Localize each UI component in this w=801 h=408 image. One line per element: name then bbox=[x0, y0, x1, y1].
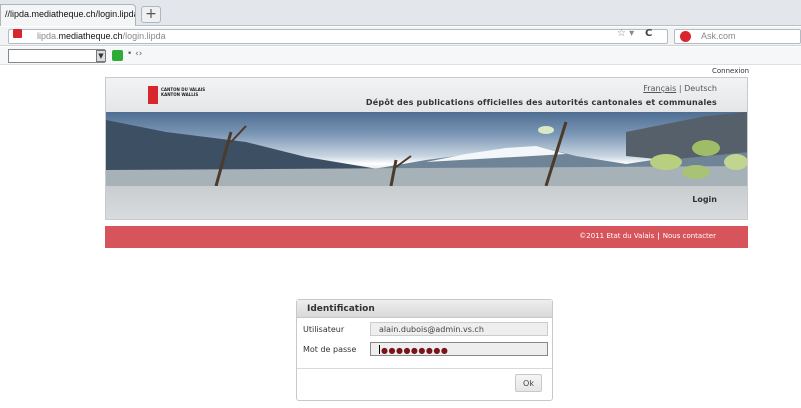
text-cursor bbox=[379, 345, 380, 354]
tab-title: //lipda.mediatheque.ch/login.lipda bbox=[5, 9, 136, 19]
lang-fr-link[interactable]: Français bbox=[643, 84, 676, 93]
lang-de-link[interactable]: Deutsch bbox=[684, 84, 717, 93]
search-engine-label: Ask.com bbox=[701, 31, 736, 41]
browser-nav-bar: lipda.mediatheque.ch/login.lipda ☆ ▾ C A… bbox=[0, 27, 801, 46]
chevron-down-icon[interactable]: ▼ bbox=[96, 50, 106, 62]
footer-separator: | bbox=[657, 232, 660, 240]
browser-tab-bar: //lipda.mediatheque.ch/login.lipda + bbox=[0, 0, 801, 26]
browser-tab[interactable]: //lipda.mediatheque.ch/login.lipda bbox=[0, 4, 136, 26]
lang-separator: | bbox=[678, 84, 682, 93]
url-domain: mediatheque.ch bbox=[58, 31, 123, 41]
site-title: Dépôt des publications officielles des a… bbox=[365, 98, 717, 107]
ok-button[interactable]: Ok bbox=[515, 374, 542, 392]
contact-link[interactable]: Nous contacter bbox=[663, 232, 716, 240]
browser-toolbar: ▼ • ‹› bbox=[0, 47, 801, 65]
toolbar-more[interactable]: • ‹› bbox=[127, 49, 142, 59]
go-icon[interactable] bbox=[112, 50, 123, 61]
canton-logo-text: CANTON DU VALAIS KANTON WALLIS bbox=[161, 87, 205, 97]
reload-icon[interactable]: C bbox=[645, 28, 652, 39]
login-link[interactable]: Login bbox=[692, 195, 717, 204]
url-path: /login.lipda bbox=[122, 31, 166, 41]
bookmark-star-icon[interactable]: ☆ ▾ bbox=[617, 28, 634, 39]
address-bar[interactable]: lipda.mediatheque.ch/login.lipda bbox=[8, 29, 668, 44]
footer-bar: ©2011 Etat du Valais | Nous contacter bbox=[105, 226, 748, 248]
password-field[interactable]: ●●●●●●●●● bbox=[370, 342, 548, 356]
search-box[interactable]: Ask.com bbox=[674, 29, 801, 44]
banner-bottom: Login bbox=[106, 186, 747, 219]
login-dialog: Identification Utilisateur alain.dubois@… bbox=[296, 299, 553, 401]
new-tab-button[interactable]: + bbox=[141, 6, 161, 23]
dialog-divider bbox=[297, 368, 552, 369]
password-mask: ●●●●●●●●● bbox=[381, 346, 449, 355]
connexion-link[interactable]: Connexion bbox=[712, 67, 749, 75]
header-banner: CANTON DU VALAIS KANTON WALLIS Français … bbox=[105, 77, 748, 220]
language-switcher: Français | Deutsch bbox=[643, 84, 717, 93]
password-label: Mot de passe bbox=[303, 345, 357, 354]
toolbar-dropdown[interactable] bbox=[8, 49, 105, 63]
url-prefix: lipda. bbox=[37, 31, 59, 41]
banner-top: CANTON DU VALAIS KANTON WALLIS Français … bbox=[106, 78, 747, 112]
banner-photo bbox=[106, 112, 747, 186]
mountain-landscape-image bbox=[106, 112, 747, 186]
canton-logo-icon bbox=[148, 86, 158, 104]
ask-engine-icon[interactable] bbox=[680, 31, 691, 42]
dialog-title: Identification bbox=[297, 300, 552, 318]
username-field[interactable]: alain.dubois@admin.vs.ch bbox=[370, 322, 548, 336]
copyright-text: ©2011 Etat du Valais bbox=[579, 232, 655, 240]
footer-text: ©2011 Etat du Valais | Nous contacter bbox=[579, 232, 716, 240]
site-favicon-icon bbox=[13, 29, 22, 38]
logo-line-2: KANTON WALLIS bbox=[161, 92, 199, 97]
user-label: Utilisateur bbox=[303, 325, 345, 334]
